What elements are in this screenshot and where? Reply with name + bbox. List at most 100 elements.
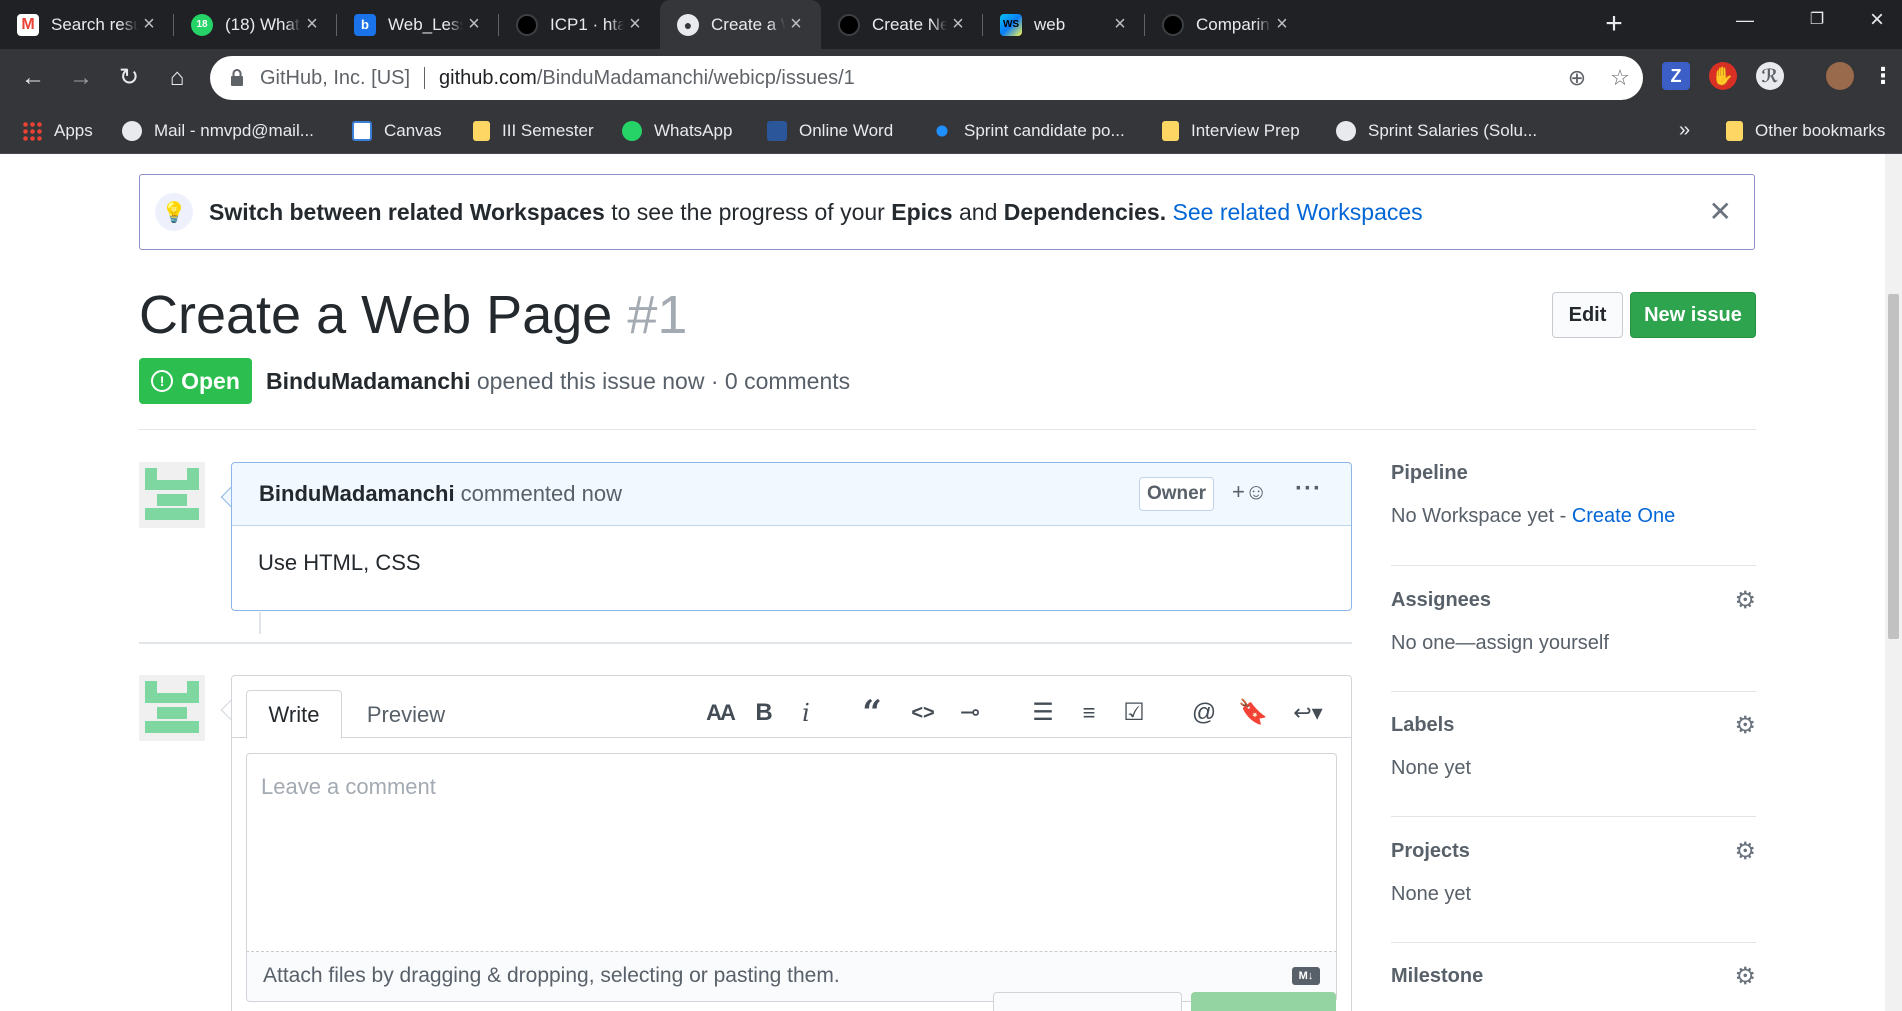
bookmark-apps[interactable]: Apps xyxy=(22,107,93,154)
address-bar[interactable]: GitHub, Inc. [US] github.com/BinduMadama… xyxy=(210,56,1643,100)
tab-create-new[interactable]: Create New I × xyxy=(821,0,983,49)
window-close-button[interactable]: × xyxy=(1847,0,1902,44)
close-icon[interactable]: × xyxy=(463,13,485,36)
create-workspace-link[interactable]: Create One xyxy=(1572,505,1675,527)
tab-write[interactable]: Write xyxy=(246,690,342,739)
zoom-icon[interactable]: ⊕ xyxy=(1565,66,1589,90)
block-extension-icon[interactable]: ✋ xyxy=(1709,62,1737,90)
quote-icon[interactable]: “ xyxy=(858,696,886,730)
more-options-icon[interactable]: ··· xyxy=(1295,475,1322,503)
avatar[interactable] xyxy=(139,675,205,741)
reload-button[interactable]: ↻ xyxy=(112,61,146,95)
close-icon[interactable]: × xyxy=(138,13,160,36)
divider xyxy=(1391,942,1756,943)
close-issue-button[interactable] xyxy=(993,992,1182,1011)
bookmark-whatsapp[interactable]: WhatsApp xyxy=(622,107,732,154)
close-icon[interactable]: × xyxy=(301,13,323,36)
bookmark-sprint-salaries[interactable]: Sprint Salaries (Solu... xyxy=(1336,107,1537,154)
tab-title: Search result xyxy=(51,14,138,34)
bookmark-mail[interactable]: Mail - nmvpd@mail... xyxy=(122,107,314,154)
close-icon[interactable]: × xyxy=(1109,13,1131,36)
back-button[interactable]: ← xyxy=(16,61,50,95)
issue-title: Create a Web Page #1 xyxy=(139,284,687,346)
url-host: github.com xyxy=(439,67,537,89)
bookmark-other[interactable]: Other bookmarks xyxy=(1726,107,1885,154)
menu-icon[interactable]: ⋮ xyxy=(1872,62,1894,90)
task-list-icon[interactable]: ☑ xyxy=(1120,699,1148,727)
gear-icon[interactable]: ⚙ xyxy=(1734,714,1756,738)
markdown-icon[interactable]: M↓ xyxy=(1292,967,1320,985)
edit-button[interactable]: Edit xyxy=(1552,292,1623,338)
comment-textarea[interactable]: Leave a comment xyxy=(246,753,1337,952)
gear-icon[interactable]: ⚙ xyxy=(1734,840,1756,864)
add-reaction-icon[interactable]: +☺ xyxy=(1232,479,1267,505)
close-icon[interactable]: × xyxy=(785,13,807,36)
comment-author-link[interactable]: BinduMadamanchi xyxy=(259,481,455,507)
tab-title: (18) WhatsAp xyxy=(225,14,301,34)
bookmark-interview-prep[interactable]: Interview Prep xyxy=(1162,107,1300,154)
link-icon[interactable]: ⊸ xyxy=(956,699,984,727)
profile-extension-icon[interactable]: ℛ xyxy=(1756,62,1784,90)
zenhub-extension-icon[interactable]: Z xyxy=(1662,62,1690,90)
text-size-icon[interactable]: AA xyxy=(704,699,736,727)
saved-reply-icon[interactable]: 🔖 xyxy=(1238,699,1268,727)
bookmarks-overflow-button[interactable]: » xyxy=(1679,107,1690,154)
minimize-button[interactable]: — xyxy=(1715,0,1775,44)
issue-author-link[interactable]: BinduMadamanchi xyxy=(266,368,470,394)
folder-icon xyxy=(1162,120,1179,141)
close-icon[interactable]: × xyxy=(1271,13,1293,36)
bookmark-online-word[interactable]: Online Word xyxy=(767,107,893,154)
avatar[interactable] xyxy=(139,462,205,528)
url-text: github.com/BinduMadamanchi/webicp/issues… xyxy=(439,67,855,90)
close-icon[interactable]: ✕ xyxy=(1709,195,1732,228)
editor-tabs: Write Preview AA B i “ <> ⊸ ☰ ≡ ☑ @ 🔖 ↩▾ xyxy=(232,676,1351,739)
bookmark-canvas[interactable]: Canvas xyxy=(352,107,442,154)
see-related-workspaces-link[interactable]: See related Workspaces xyxy=(1173,199,1423,225)
sidebar-labels[interactable]: Labels ⚙ None yet xyxy=(1391,714,1756,780)
tab-gmail[interactable]: M Search result × xyxy=(0,0,174,49)
github-icon: ● xyxy=(677,13,699,36)
bookmark-label: Online Word xyxy=(799,120,894,140)
sidebar-projects[interactable]: Projects ⚙ None yet xyxy=(1391,840,1756,906)
tab-title: Create New I xyxy=(872,14,947,34)
home-button[interactable]: ⌂ xyxy=(160,61,194,95)
bookmark-label: III Semester xyxy=(502,120,594,140)
assignees-value[interactable]: No one—assign yourself xyxy=(1391,632,1756,655)
new-issue-button[interactable]: New issue xyxy=(1630,292,1756,338)
bookmark-sprint-candidate[interactable]: Sprint candidate po... xyxy=(932,107,1125,154)
comment-submit-button[interactable] xyxy=(1191,992,1336,1011)
forward-button[interactable]: → xyxy=(64,61,98,95)
tab-create-web-page[interactable]: ● Create a Wel × xyxy=(660,0,821,49)
github-icon xyxy=(838,13,860,36)
numbered-list-icon[interactable]: ≡ xyxy=(1075,699,1103,727)
bookmark-star-icon[interactable]: ☆ xyxy=(1608,66,1632,90)
new-tab-button[interactable]: + xyxy=(1598,9,1630,41)
close-icon[interactable]: × xyxy=(947,13,969,36)
scrollbar-thumb[interactable] xyxy=(1888,294,1899,639)
gear-icon[interactable]: ⚙ xyxy=(1734,965,1756,989)
mention-icon[interactable]: @ xyxy=(1190,699,1218,727)
tab-whatsapp[interactable]: 18 (18) WhatsAp × xyxy=(174,0,337,49)
bold-icon[interactable]: B xyxy=(752,699,776,727)
tab-icp1[interactable]: ICP1 · htata3 × xyxy=(499,0,660,49)
sidebar-milestone[interactable]: Milestone ⚙ xyxy=(1391,965,1756,989)
close-icon[interactable]: × xyxy=(624,13,646,36)
tab-title: Comparing r xyxy=(1196,14,1271,34)
restore-button[interactable]: ❐ xyxy=(1787,0,1847,44)
reply-dropdown-icon[interactable]: ↩▾ xyxy=(1286,699,1330,727)
tab-web[interactable]: WS web × xyxy=(983,0,1145,49)
user-avatar[interactable] xyxy=(1826,62,1854,90)
bookmark-iii-semester[interactable]: III Semester xyxy=(473,107,594,154)
site-origin: GitHub, Inc. [US] xyxy=(260,67,411,89)
italic-icon[interactable]: i xyxy=(796,699,816,727)
code-icon[interactable]: <> xyxy=(909,699,937,727)
tab-comparing[interactable]: Comparing r × xyxy=(1145,0,1307,49)
sidebar-assignees[interactable]: Assignees ⚙ No one—assign yourself xyxy=(1391,589,1756,655)
page-scrollbar[interactable] xyxy=(1885,154,1902,1011)
gear-icon[interactable]: ⚙ xyxy=(1734,589,1756,613)
bookmark-label: Mail - nmvpd@mail... xyxy=(154,120,314,140)
tab-preview[interactable]: Preview xyxy=(356,690,456,739)
owner-badge: Owner xyxy=(1139,477,1214,511)
bulleted-list-icon[interactable]: ☰ xyxy=(1029,699,1057,727)
tab-web-lesson[interactable]: b Web_Lesson × xyxy=(337,0,499,49)
